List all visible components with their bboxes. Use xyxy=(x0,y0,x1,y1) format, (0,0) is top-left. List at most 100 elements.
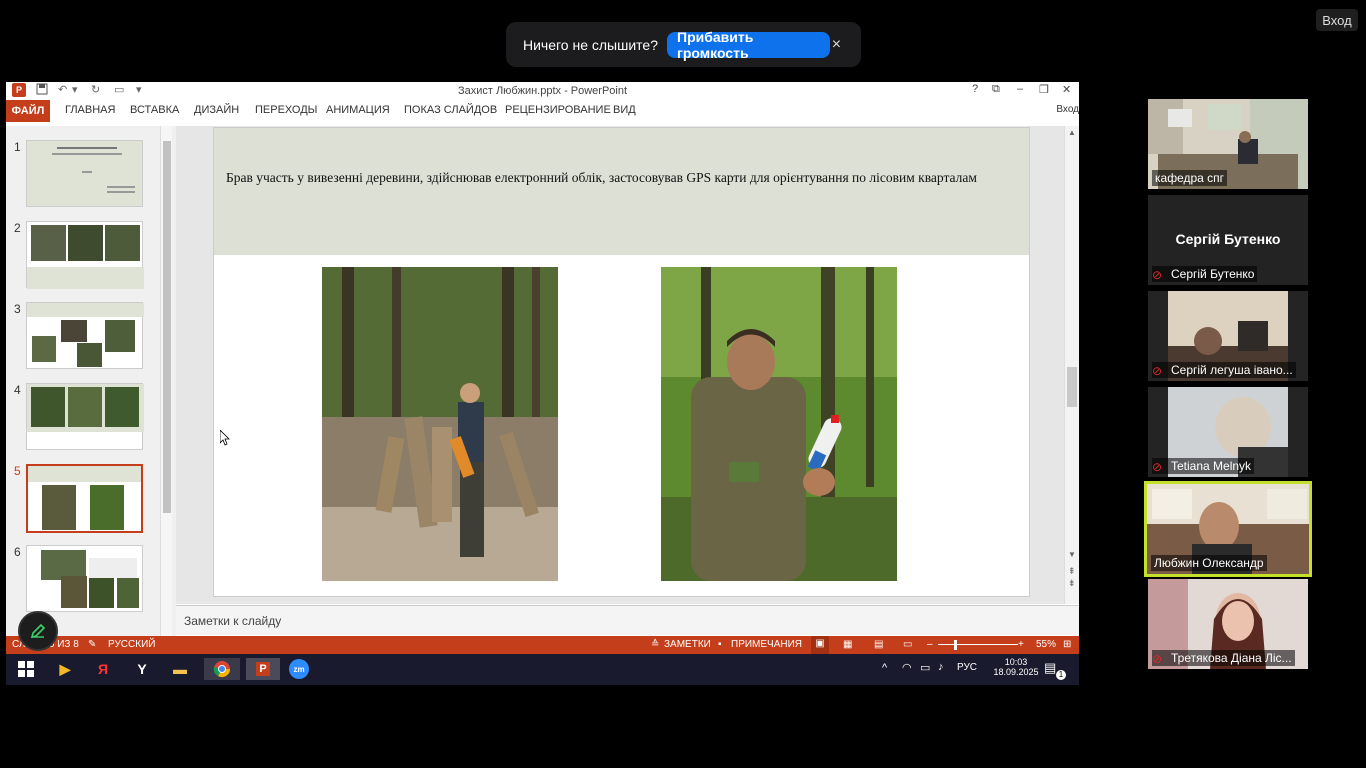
windows-start-icon[interactable] xyxy=(14,658,38,680)
notes-pane[interactable]: Заметки к слайду xyxy=(176,605,1079,635)
slide-thumbnail-6[interactable] xyxy=(26,545,143,612)
notification-text: Ничего не слышите? xyxy=(523,36,659,53)
normal-view-icon[interactable]: ▣ xyxy=(811,636,829,654)
sign-in-button[interactable]: Вход xyxy=(1316,9,1358,31)
zoom-level[interactable]: 55% xyxy=(1036,639,1056,650)
notifications-icon[interactable]: ▤ xyxy=(1044,660,1056,676)
tab-review[interactable]: РЕЦЕНЗИРОВАНИЕ xyxy=(505,104,611,116)
forest-photo-logs[interactable] xyxy=(322,267,558,581)
spellcheck-icon[interactable]: ✎ xyxy=(88,639,96,650)
close-window-icon[interactable]: ✕ xyxy=(1062,83,1071,96)
scroll-down-icon[interactable]: ▼ xyxy=(1068,550,1076,559)
slide-text[interactable]: Брав участь у вивезенні деревини, здійсн… xyxy=(226,170,977,186)
chrome-icon[interactable] xyxy=(204,658,240,680)
tab-file[interactable]: ФАЙЛ xyxy=(6,100,50,122)
tab-design[interactable]: ДИЗАЙН xyxy=(194,104,239,116)
tab-slideshow[interactable]: ПОКАЗ СЛАЙДОВ xyxy=(404,104,497,116)
notification-count: 1 xyxy=(1056,670,1066,680)
tab-insert[interactable]: ВСТАВКА xyxy=(130,104,179,116)
file-explorer-icon[interactable]: ▬ xyxy=(168,658,192,680)
muted-mic-icon: ⊘ xyxy=(1152,268,1163,282)
thumbnail-number: 5 xyxy=(14,464,21,478)
participant-tile[interactable]: Сергій Бутенко Сергій Бутенко ⊘ xyxy=(1148,195,1308,285)
thumbnail-number: 6 xyxy=(14,545,21,559)
comments-icon[interactable]: ▪ xyxy=(718,639,722,650)
scrollbar-thumb[interactable] xyxy=(163,141,171,513)
participant-name: Любжин Олександр xyxy=(1151,555,1267,571)
participant-name: Сергій Бутенко xyxy=(1152,266,1258,282)
tab-animation[interactable]: АНИМАЦИЯ xyxy=(326,104,390,116)
help-icon[interactable]: ? xyxy=(972,83,978,95)
chevron-up-icon[interactable]: ^ xyxy=(882,662,887,674)
restore-icon[interactable]: ❐ xyxy=(1039,83,1049,96)
zoom-out-icon[interactable]: – xyxy=(927,639,933,650)
tab-view[interactable]: ВИД xyxy=(613,104,636,116)
participant-tile[interactable]: Третякова Діана Ліс... ⊘ xyxy=(1148,579,1308,669)
mouse-cursor xyxy=(219,429,230,449)
powerpoint-taskbar-icon[interactable]: P xyxy=(246,658,280,680)
participant-tile[interactable]: Сергій легуша івано... ⊘ xyxy=(1148,291,1308,381)
annotate-pen-button[interactable] xyxy=(18,611,58,651)
windows-taskbar: ▶ Я Y ▬ P zm ^ ◠ ▭ ♪ РУС 10:03 18.09.202… xyxy=(6,654,1079,685)
participant-name: Третякова Діана Ліс... xyxy=(1152,650,1295,666)
slide-sorter-icon[interactable]: ▦ xyxy=(843,639,852,650)
language-indicator[interactable]: РУССКИЙ xyxy=(108,639,155,650)
participant-tile[interactable]: кафедра спг xyxy=(1148,99,1308,189)
zoom-slider[interactable] xyxy=(938,644,1018,645)
scrollbar-thumb[interactable] xyxy=(1067,367,1077,407)
close-icon[interactable]: × xyxy=(830,36,843,54)
participant-name: Сергій легуша івано... xyxy=(1152,362,1296,378)
scroll-up-icon[interactable]: ▲ xyxy=(1068,128,1076,137)
notes-toggle-icon[interactable]: ≙ xyxy=(651,639,659,650)
slideshow-icon[interactable]: ▭ xyxy=(903,639,912,650)
reading-view-icon[interactable]: ▤ xyxy=(874,639,883,650)
window-title: Захист Любжин.pptx - PowerPoint xyxy=(457,85,628,97)
increase-volume-button[interactable]: Прибавить громкость xyxy=(667,29,830,61)
tab-home[interactable]: ГЛАВНАЯ xyxy=(65,104,115,116)
media-player-icon[interactable]: ▶ xyxy=(53,658,77,680)
slide-thumbnail-2[interactable] xyxy=(26,221,144,289)
next-slide-icon[interactable]: ⇟ xyxy=(1068,578,1076,589)
audio-notification: Ничего не слышите? Прибавить громкость × xyxy=(506,22,861,67)
tab-transitions[interactable]: ПЕРЕХОДЫ xyxy=(255,104,317,116)
screen: { "zoom_notice": {"text": "Ничего не слы… xyxy=(0,0,1366,768)
volume-icon[interactable]: ♪ xyxy=(938,661,944,673)
participant-tile[interactable]: Tetiana Melnyk ⊘ xyxy=(1148,387,1308,477)
previous-slide-icon[interactable]: ⇞ xyxy=(1068,566,1076,577)
slide-scrollbar[interactable]: ▲ ▼ ⇞ ⇟ xyxy=(1064,126,1079,604)
network-icon[interactable]: ◠ xyxy=(902,661,912,674)
minimize-icon[interactable]: – xyxy=(1017,83,1023,95)
comments-toggle[interactable]: ПРИМЕЧАНИЯ xyxy=(731,639,802,650)
ppt-sign-in[interactable]: Вход xyxy=(1056,104,1079,115)
yandex-browser-icon[interactable]: Y xyxy=(130,658,154,680)
zoom-slider-handle[interactable] xyxy=(954,640,957,650)
slide-thumbnail-3[interactable] xyxy=(26,302,144,369)
notes-placeholder: Заметки к слайду xyxy=(184,614,282,628)
battery-icon[interactable]: ▭ xyxy=(920,661,930,674)
time: 10:03 xyxy=(1004,657,1028,667)
zoom-taskbar-icon[interactable]: zm xyxy=(286,658,312,680)
forest-photo-gps[interactable] xyxy=(661,267,897,581)
date: 18.09.2025 xyxy=(993,667,1039,677)
zoom-in-icon[interactable]: + xyxy=(1018,639,1024,650)
participant-name: кафедра спг xyxy=(1152,170,1228,186)
keyboard-language[interactable]: РУС xyxy=(957,662,977,673)
muted-mic-icon: ⊘ xyxy=(1152,364,1163,378)
ribbon-display-icon[interactable]: ⧉ xyxy=(992,83,1000,96)
powerpoint-window: P ↶ ▾ ↻ ▭ ▾ Захист Любжин.pptx - PowerPo… xyxy=(6,82,1079,685)
yandex-icon[interactable]: Я xyxy=(91,658,115,680)
slide-thumbnails-pane: 1 2 3 4 5 6 xyxy=(6,126,176,636)
thumbnail-number: 4 xyxy=(14,383,21,397)
slide-thumbnail-4[interactable] xyxy=(26,383,144,450)
thumbnails-scrollbar[interactable] xyxy=(160,126,172,636)
title-bar: P ↶ ▾ ↻ ▭ ▾ Захист Любжин.pptx - PowerPo… xyxy=(6,82,1079,100)
muted-mic-icon: ⊘ xyxy=(1152,460,1163,474)
notes-toggle[interactable]: ЗАМЕТКИ xyxy=(664,639,711,650)
clock[interactable]: 10:03 18.09.2025 xyxy=(991,657,1041,677)
slide-thumbnail-1[interactable] xyxy=(26,140,143,207)
current-slide[interactable]: Брав участь у вивезенні деревини, здійсн… xyxy=(213,127,1030,597)
muted-mic-icon: ⊘ xyxy=(1152,652,1163,666)
slide-thumbnail-5-selected[interactable] xyxy=(26,464,143,533)
fit-to-window-icon[interactable]: ⊞ xyxy=(1063,639,1071,650)
participant-tile-active-speaker[interactable]: Любжин Олександр xyxy=(1144,481,1312,577)
